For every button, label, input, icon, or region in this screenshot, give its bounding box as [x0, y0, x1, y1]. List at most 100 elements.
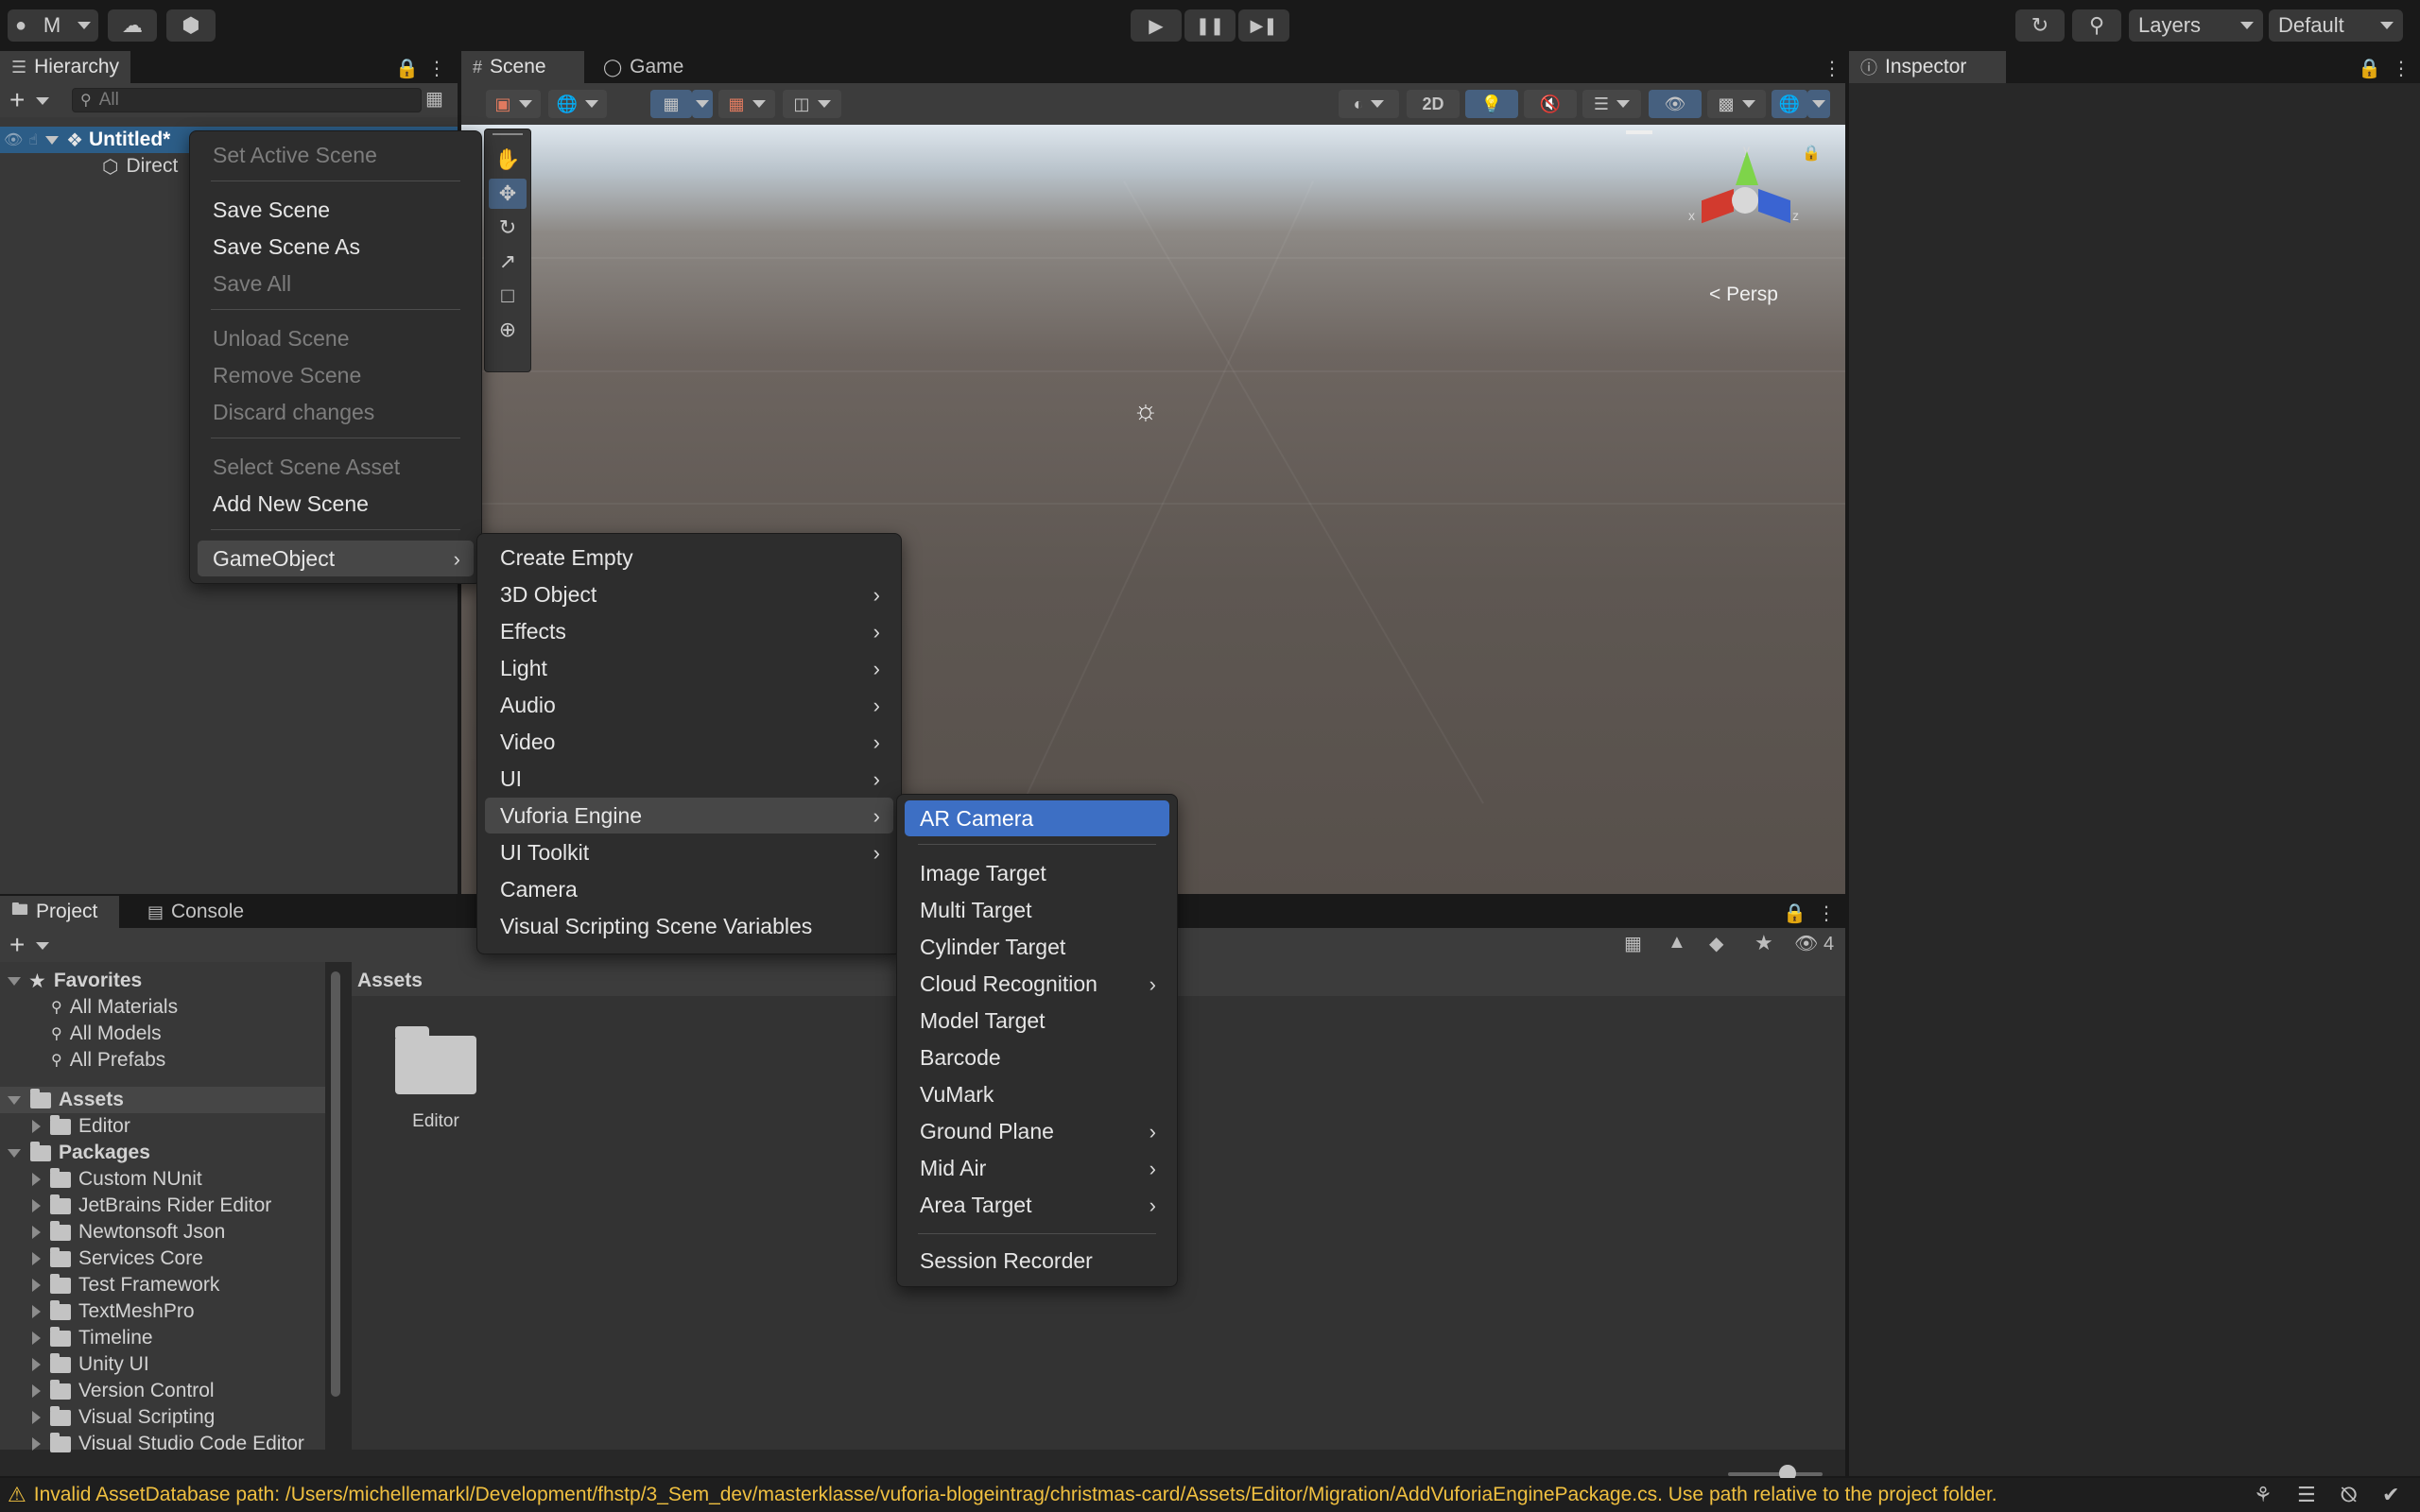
gizmos-dropdown[interactable]: [1807, 90, 1830, 118]
menu-item-multi-target[interactable]: Multi Target: [905, 892, 1169, 928]
hidden-packages-toggle[interactable]: 👁 4: [1794, 932, 1834, 955]
menu-item-camera[interactable]: Camera: [485, 871, 893, 907]
tree-package[interactable]: JetBrains Rider Editor: [0, 1193, 271, 1219]
chevron-down-icon[interactable]: [36, 97, 49, 105]
tab-game[interactable]: ◯ Game: [592, 51, 695, 83]
menu-item-save-scene-as[interactable]: Save Scene As: [198, 229, 474, 265]
tree-package[interactable]: Services Core: [0, 1246, 203, 1272]
menu-item-unload-scene[interactable]: Unload Scene: [198, 320, 474, 356]
tree-package[interactable]: Test Framework: [0, 1272, 219, 1298]
menu-item-light[interactable]: Light ›: [485, 650, 893, 686]
kebab-menu-icon[interactable]: ⋮: [2392, 57, 2411, 80]
move-tool[interactable]: ✥: [489, 179, 527, 209]
pick-icon[interactable]: ☝: [28, 130, 38, 149]
filter-type-icon[interactable]: ▲: [1668, 932, 1686, 954]
scene-visibility-toggle[interactable]: 👁: [1649, 90, 1702, 118]
cloud-button[interactable]: ☁: [108, 9, 157, 42]
tree-folder[interactable]: Editor: [0, 1113, 130, 1140]
search-by-type-icon[interactable]: ▦: [1624, 932, 1642, 955]
menu-item-ar-camera[interactable]: AR Camera: [905, 800, 1169, 836]
menu-item-save-scene[interactable]: Save Scene: [198, 192, 474, 228]
chevron-down-icon[interactable]: [36, 942, 49, 950]
account-dropdown[interactable]: ● M: [8, 9, 98, 42]
menu-item-vuforia-engine[interactable]: Vuforia Engine ›: [485, 798, 893, 833]
menu-item-vumark[interactable]: VuMark: [905, 1076, 1169, 1112]
menu-item-cylinder-target[interactable]: Cylinder Target: [905, 929, 1169, 965]
visibility-icon[interactable]: 👁: [4, 130, 23, 149]
tree-package[interactable]: TextMeshPro: [0, 1298, 195, 1325]
packages-header[interactable]: Packages: [0, 1140, 150, 1166]
menu-item-set-active-scene[interactable]: Set Active Scene: [198, 137, 474, 173]
grid-snap-dropdown[interactable]: [692, 90, 713, 118]
gizmos-button[interactable]: 🌐: [1772, 90, 1807, 118]
tree-package[interactable]: Visual Studio Code Editor: [0, 1431, 304, 1457]
hierarchy-search-input[interactable]: ⚲ All: [72, 88, 422, 112]
menu-item-video[interactable]: Video ›: [485, 724, 893, 760]
history-button[interactable]: ↻: [2015, 9, 2065, 42]
tab-hierarchy[interactable]: ☰ Hierarchy: [0, 51, 130, 83]
rotate-tool[interactable]: ↻: [489, 213, 527, 243]
star-icon[interactable]: ★: [1754, 931, 1773, 955]
grid-snap-button[interactable]: ▦: [650, 90, 692, 118]
menu-item-save-all[interactable]: Save All: [198, 266, 474, 301]
favorites-header[interactable]: ★ Favorites: [0, 968, 142, 994]
menu-item-3d-object[interactable]: 3D Object ›: [485, 576, 893, 612]
tree-package[interactable]: Custom NUnit: [0, 1166, 202, 1193]
scale-tool[interactable]: ↗: [489, 247, 527, 277]
menu-item-cloud-recognition[interactable]: Cloud Recognition ›: [905, 966, 1169, 1002]
tree-package[interactable]: Version Control: [0, 1378, 215, 1404]
overlay-drag-handle[interactable]: [493, 133, 523, 141]
tree-package[interactable]: Visual Scripting: [0, 1404, 215, 1431]
menu-item-barcode[interactable]: Barcode: [905, 1040, 1169, 1075]
tree-scrollbar[interactable]: [331, 971, 340, 1397]
menu-item-model-target[interactable]: Model Target: [905, 1003, 1169, 1039]
favorite-item[interactable]: ⚲ All Materials: [0, 994, 178, 1021]
draw-mode-button[interactable]: ▣: [486, 90, 541, 118]
grid-visibility-button[interactable]: ▦: [718, 90, 775, 118]
menu-item-audio[interactable]: Audio ›: [485, 687, 893, 723]
step-button[interactable]: ▶❚: [1238, 9, 1289, 42]
increment-snap-button[interactable]: ◫: [783, 90, 841, 118]
menu-item-ui-toolkit[interactable]: UI Toolkit ›: [485, 834, 893, 870]
collab-button[interactable]: ⬢: [166, 9, 216, 42]
tree-package[interactable]: Timeline: [0, 1325, 153, 1351]
play-button[interactable]: ▶: [1131, 9, 1182, 42]
menu-item-session-recorder[interactable]: Session Recorder: [905, 1243, 1169, 1279]
shading-mode-button[interactable]: ◐: [1339, 90, 1399, 118]
icon-size-slider[interactable]: [1728, 1465, 1823, 1482]
search-button[interactable]: ⚲: [2072, 9, 2121, 42]
menu-item-create-empty[interactable]: Create Empty: [485, 540, 893, 576]
kebab-menu-icon[interactable]: ⋮: [427, 57, 446, 80]
label-tag-icon[interactable]: ◆: [1709, 932, 1723, 955]
favorite-item[interactable]: ⚲ All Models: [0, 1021, 162, 1047]
lock-icon[interactable]: 🔒: [1783, 902, 1806, 925]
sun-icon[interactable]: ☼: [1132, 395, 1159, 427]
menu-item-select-scene-asset[interactable]: Select Scene Asset: [198, 449, 474, 485]
menu-item-effects[interactable]: Effects ›: [485, 613, 893, 649]
tab-inspector[interactable]: ⓘ Inspector: [1849, 51, 2006, 83]
network-icon[interactable]: ⦰: [2341, 1483, 2358, 1507]
rect-tool[interactable]: □: [489, 281, 527, 311]
menu-item-remove-scene[interactable]: Remove Scene: [198, 357, 474, 393]
overlay-handle-icon[interactable]: [1626, 130, 1652, 134]
menu-item-visual-scripting-scene-variables[interactable]: Visual Scripting Scene Variables: [485, 908, 893, 944]
lighting-toggle[interactable]: 💡: [1465, 90, 1518, 118]
persp-toggle[interactable]: < Persp: [1709, 284, 1778, 306]
orientation-gizmo[interactable]: y x z: [1686, 142, 1800, 255]
status-message[interactable]: Invalid AssetDatabase path: /Users/miche…: [34, 1484, 1997, 1506]
layers-dropdown[interactable]: Layers: [2129, 9, 2263, 42]
pause-button[interactable]: ❚❚: [1184, 9, 1236, 42]
audio-toggle[interactable]: 🔇: [1524, 90, 1577, 118]
kebab-menu-icon[interactable]: ⋮: [1817, 902, 1836, 925]
global-button[interactable]: 🌐: [548, 90, 607, 118]
check-circle-icon[interactable]: ✔: [2382, 1483, 2399, 1507]
search-options-icon[interactable]: ▦: [425, 87, 443, 111]
favorite-item[interactable]: ⚲ All Prefabs: [0, 1047, 165, 1074]
add-icon[interactable]: +: [9, 930, 25, 960]
menu-item-discard-changes[interactable]: Discard changes: [198, 394, 474, 430]
asset-tile[interactable]: Editor: [386, 1026, 486, 1140]
effects-button[interactable]: ☰: [1582, 90, 1641, 118]
transform-tool[interactable]: ⊕: [489, 315, 527, 345]
expand-arrow-icon[interactable]: [45, 135, 60, 145]
breadcrumb-item[interactable]: Assets: [357, 970, 423, 991]
